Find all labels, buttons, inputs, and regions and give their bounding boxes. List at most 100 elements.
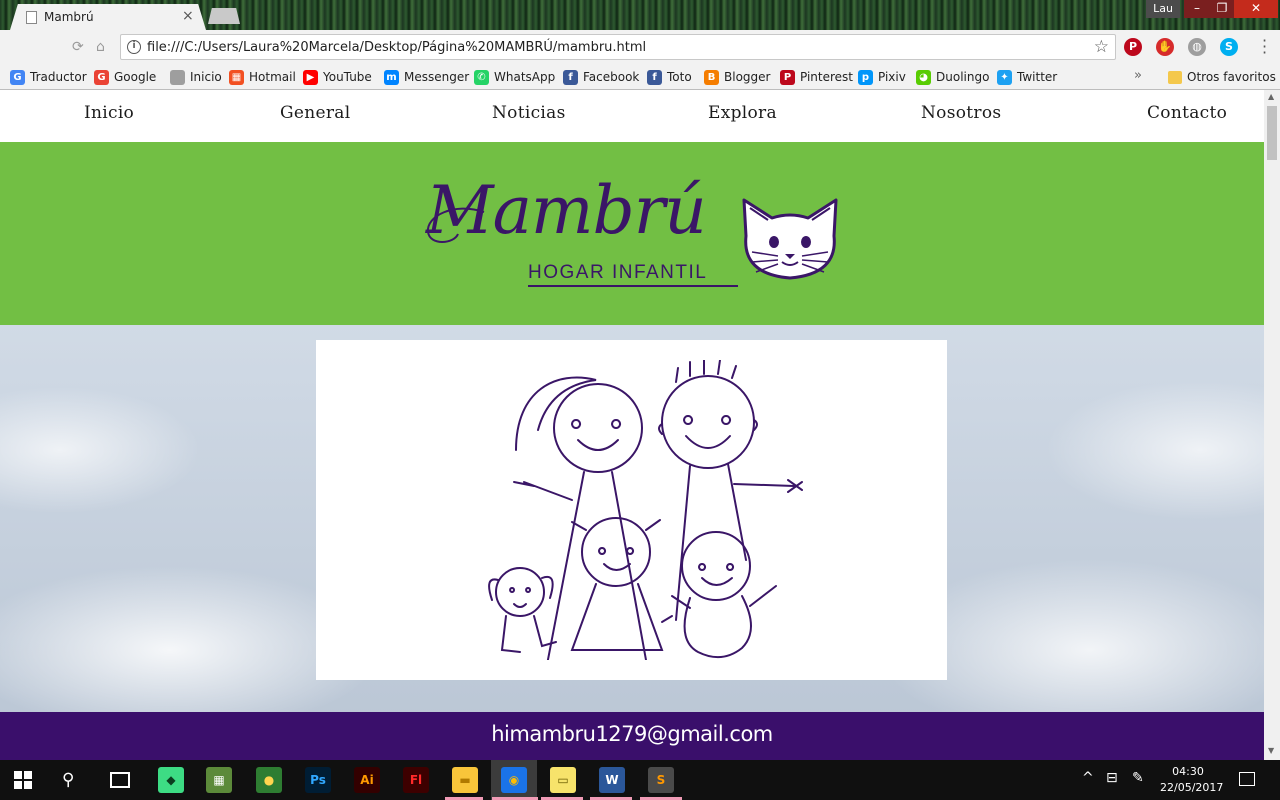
bookmark-blogger[interactable]: B Blogger [704,68,770,86]
bookmark-google[interactable]: G Google [94,68,156,86]
file-explorer-icon[interactable]: ▬ [452,767,478,793]
browser-toolbar: ⟳ ⌂ i file:///C:/Users/Laura%20Marcela/D… [0,30,1280,64]
nav-general[interactable]: General [280,103,350,123]
page-icon [170,69,185,85]
hero-banner: Mambrú HOGAR INFANTIL [0,142,1264,325]
family-drawing [488,360,803,660]
new-tab-button[interactable] [208,8,240,24]
google-icon: G [94,69,109,85]
page-viewport: Inicio General Noticias Explora Nosotros… [0,90,1264,760]
browser-title-bar: Mambrú × Lau – ❐ ✕ [0,0,1280,79]
other-bookmarks-label: Otros favoritos [1187,70,1276,84]
address-bar[interactable]: i file:///C:/Users/Laura%20Marcela/Deskt… [120,34,1116,60]
family-illustration-card [316,340,947,680]
bookmark-label: Toto [667,70,692,84]
sticky-notes-icon[interactable]: ▭ [550,767,576,793]
puppy-figure [488,567,557,653]
logo-subtitle: HOGAR INFANTIL [528,262,708,283]
image-viewer-icon[interactable]: ▦ [206,767,232,793]
other-bookmarks-folder[interactable]: Otros favoritos [1168,68,1276,86]
bookmark-pinterest[interactable]: P Pinterest [780,68,853,86]
browser-menu-icon[interactable]: · · · [1262,33,1267,61]
browser-tab-active[interactable]: Mambrú × [10,4,206,30]
windows-start-icon[interactable] [14,771,32,789]
bookmark-pixiv[interactable]: p Pixiv [858,68,906,86]
bookmark-label: Messenger [404,70,470,84]
ghostery-icon[interactable]: ◍ [1188,38,1206,56]
baby-figure [671,531,777,659]
site-footer: himambru1279@gmail.com [0,712,1264,760]
bookmark-whatsapp[interactable]: ✆ WhatsApp [474,68,555,86]
bookmark-label: Hotmail [249,70,296,84]
minimize-button[interactable]: – [1184,0,1210,18]
cat-face-icon [742,198,838,280]
photoshop-icon[interactable]: Ps [305,767,331,793]
bookmark-duolingo[interactable]: ◕ Duolingo [916,68,989,86]
nav-nosotros[interactable]: Nosotros [921,103,1001,123]
logo-underline [528,285,738,287]
windows-taskbar: ⚲ ^ ⊟ ✎ 04:30 22/05/2017 ◆ ▦ ● Ps Ai Fl ▬ ◉ ▭ W S [0,760,1280,800]
bookmark-label: Duolingo [936,70,990,84]
tray-expand-icon[interactable]: ^ [1082,770,1094,786]
folder-icon [1168,70,1182,84]
bookmark-hotmail[interactable]: ▦ Hotmail [229,68,296,86]
bookmark-toto[interactable]: f Toto [647,68,692,86]
task-view-icon[interactable] [110,772,130,788]
url-text[interactable]: file:///C:/Users/Laura%20Marcela/Desktop… [147,40,646,55]
bookmark-facebook[interactable]: f Facebook [563,68,639,86]
bookmark-traductor[interactable]: G Traductor [10,68,87,86]
site-navigation: Inicio General Noticias Explora Nosotros… [0,90,1264,142]
bookmark-youtube[interactable]: ▶ YouTube [303,68,372,86]
scroll-up-arrow-icon[interactable]: ▲ [1268,92,1274,101]
nav-contacto[interactable]: Contacto [1147,103,1227,123]
bookmark-label: Twitter [1017,70,1058,84]
flash-icon[interactable]: Fl [403,767,429,793]
tab-title: Mambrú [44,10,94,24]
nav-noticias[interactable]: Noticias [492,103,566,123]
bookmark-label: YouTube [323,70,372,84]
evernote-icon[interactable]: ✋ [1156,38,1174,56]
pen-icon[interactable]: ✎ [1132,770,1144,786]
more-bookmarks-icon[interactable]: » [1134,68,1142,83]
reload-icon[interactable]: ⟳ [72,39,84,55]
page-icon [26,11,37,24]
chrome-icon[interactable]: ◉ [501,767,527,793]
action-center-icon[interactable] [1239,772,1255,786]
profile-button[interactable]: Lau [1146,0,1180,18]
bookmark-star-icon[interactable]: ☆ [1094,37,1109,57]
facebook-icon: f [647,69,662,85]
bookmark-label: Facebook [583,70,640,84]
close-window-button[interactable]: ✕ [1234,0,1278,18]
network-icon[interactable]: ⊟ [1106,770,1118,786]
maximize-button[interactable]: ❐ [1210,0,1234,18]
green-globe-icon[interactable]: ● [256,767,282,793]
translate-icon: G [10,69,25,85]
bookmark-messenger[interactable]: m Messenger [384,68,469,86]
scroll-thumb[interactable] [1267,106,1277,160]
word-icon[interactable]: W [599,767,625,793]
nav-inicio[interactable]: Inicio [84,103,134,123]
father-figure [658,360,803,621]
skype-icon[interactable]: S [1220,38,1238,56]
home-icon[interactable]: ⌂ [96,39,105,55]
android-studio-icon[interactable]: ◆ [158,767,184,793]
windows-icon: ▦ [229,69,244,85]
blogger-icon: B [704,69,719,85]
system-clock[interactable]: 04:30 22/05/2017 [1160,764,1223,796]
illustrator-icon[interactable]: Ai [354,767,380,793]
pinterest-icon[interactable]: P [1124,38,1142,56]
bookmark-inicio[interactable]: Inicio [170,68,222,86]
search-icon[interactable]: ⚲ [62,770,74,790]
tab-close-icon[interactable]: × [182,8,194,24]
duolingo-icon: ◕ [916,69,931,85]
clock-time: 04:30 [1172,765,1204,778]
sublime-text-icon[interactable]: S [648,767,674,793]
twitter-icon: ✦ [997,69,1012,85]
bookmark-label: Traductor [30,70,87,84]
nav-explora[interactable]: Explora [708,103,777,123]
site-info-icon[interactable]: i [127,40,141,54]
footer-email[interactable]: himambru1279@gmail.com [0,722,1264,746]
bookmark-twitter[interactable]: ✦ Twitter [997,68,1057,86]
page-scrollbar[interactable]: ▲ ▼ [1264,90,1280,760]
scroll-down-arrow-icon[interactable]: ▼ [1268,746,1274,755]
